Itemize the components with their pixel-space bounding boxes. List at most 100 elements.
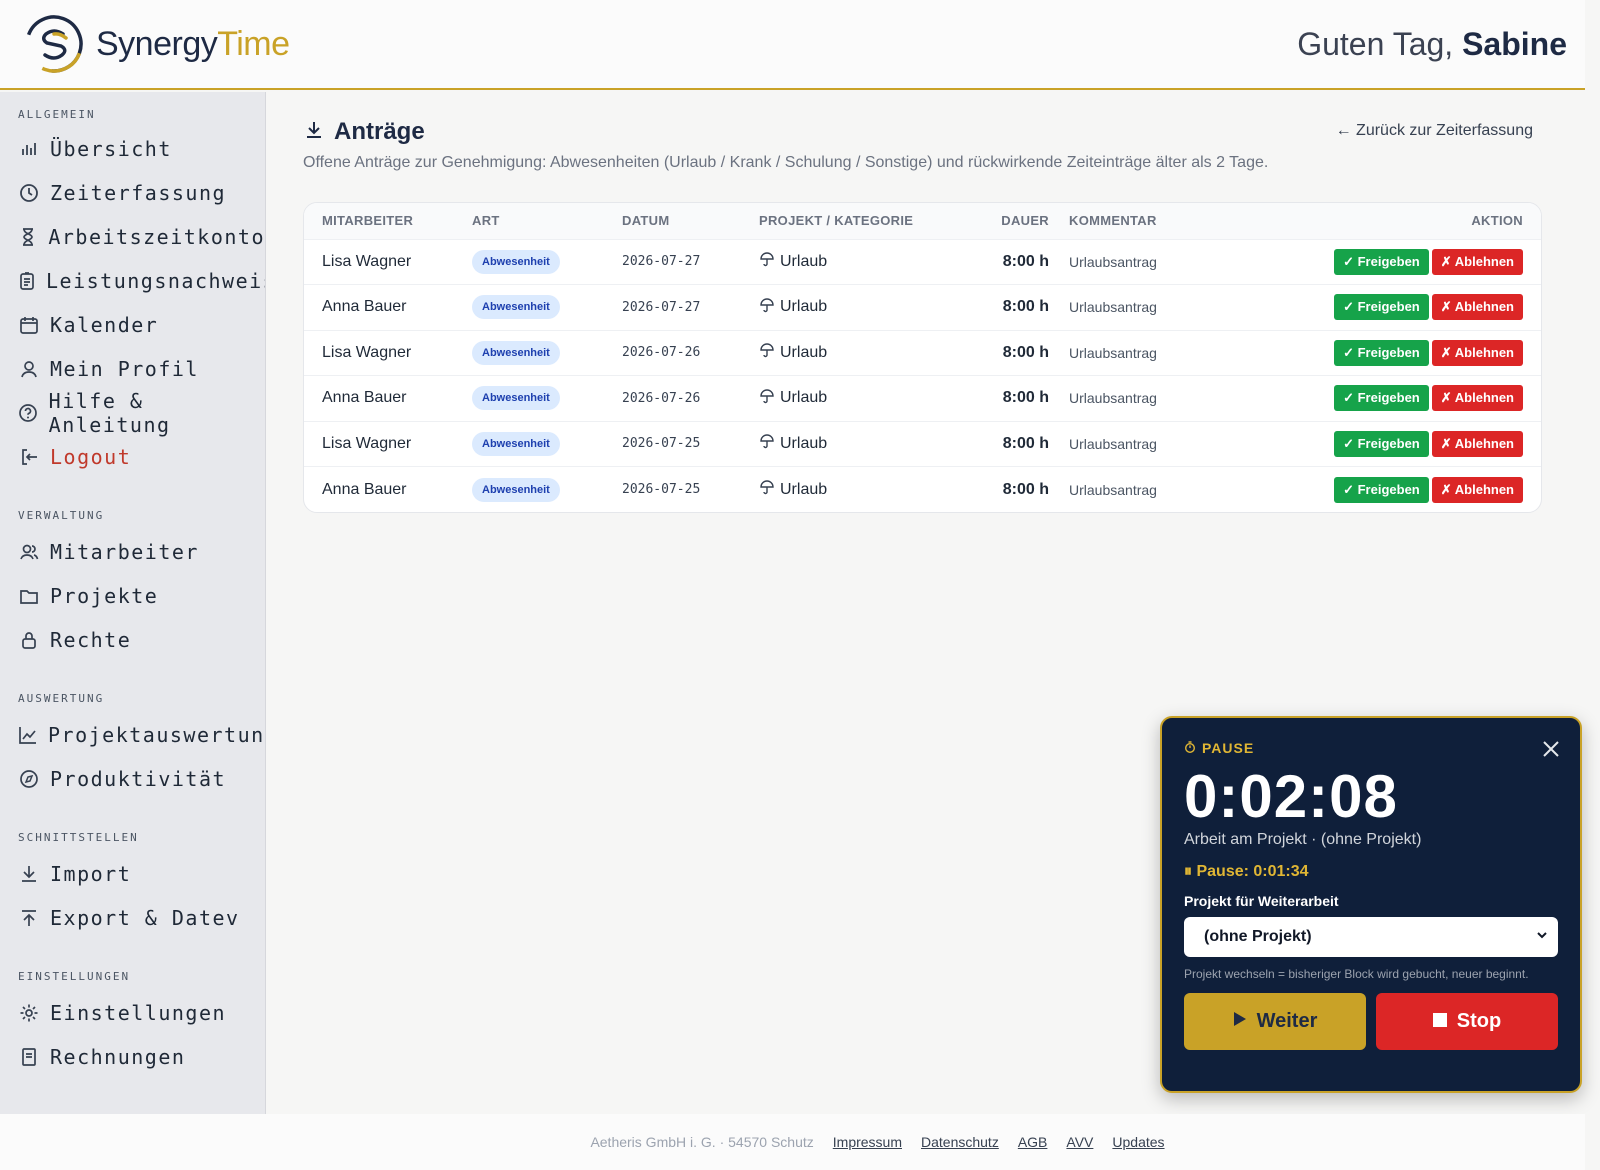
sidebar-item-rechte[interactable]: Rechte [0,618,265,662]
sidebar-item-import[interactable]: Import [0,852,265,896]
stop-button[interactable]: Stop [1376,993,1558,1050]
sidebar-item-logout[interactable]: Logout [0,435,265,479]
sidebar-item-hilfe[interactable]: Hilfe & Anleitung [0,389,265,437]
cell-duration: 8:00 h [979,420,1059,467]
close-icon[interactable] [1542,740,1560,763]
stop-button-label: Stop [1456,1010,1502,1032]
sidebar-item-leistungsnachweis[interactable]: Leistungsnachweis [0,259,265,303]
user-name: Sabine [1462,25,1567,62]
sidebar-item-kalender[interactable]: Kalender [0,303,265,347]
col-header-dauer: DAUER [979,203,1059,239]
umbrella-icon [759,251,775,272]
sidebar-item-mitarbeiter[interactable]: Mitarbeiter [0,530,265,574]
sidebar-item-projektauswertung[interactable]: Projektauswertung [0,713,265,757]
cell-type: Abwesenheit [462,284,612,330]
clock-icon [18,182,40,204]
reject-button[interactable]: ✗ Ablehnen [1431,248,1523,275]
pause-icon: ⏸ [1184,863,1193,880]
footer-link-agb[interactable]: AGB [1018,1134,1048,1150]
sidebar-item-export[interactable]: Export & Datev [0,896,265,940]
timer-pause: ⏸ Pause: 0:01:34 [1184,863,1558,881]
cell-comment: Urlaubsantrag [1059,329,1259,376]
table-row: Lisa Wagner Abwesenheit 2026-07-26 Urlaub 8:… [304,329,1541,376]
approve-button[interactable]: ✓ Freigeben [1334,430,1429,457]
approve-button[interactable]: ✓ Freigeben [1334,248,1429,275]
sidebar-item-label: Hilfe & Anleitung [48,389,171,437]
project-select[interactable]: (ohne Projekt) [1184,917,1558,957]
bar-chart-icon [18,138,40,160]
cell-employee: Anna Bauer [304,284,462,330]
col-header-kommentar: KOMMENTAR [1059,203,1259,239]
footer-company: Aetheris GmbH i. G. · 54570 Schutz [590,1134,814,1150]
footer-link-avv[interactable]: AVV [1066,1134,1093,1150]
category-label: Urlaub [780,343,828,361]
logout-icon [18,446,40,468]
col-header-art: ART [462,203,612,239]
requests-table: MITARBEITER ART DATUM PROJEKT / KATEGORI… [304,203,1541,512]
cell-actions: ✓ Freigeben ✗ Ablehnen [1259,420,1541,467]
cell-comment: Urlaubsantrag [1059,466,1259,512]
sidebar-item-label: Projektauswertung [48,723,266,747]
timer-buttons: Weiter Stop [1184,993,1558,1050]
cell-actions: ✓ Freigeben ✗ Ablehnen [1259,329,1541,376]
cell-type: Abwesenheit [462,238,612,285]
lock-icon [18,629,40,651]
cell-actions: ✓ Freigeben ✗ Ablehnen [1259,284,1541,330]
col-header-projekt: PROJEKT / KATEGORIE [749,203,979,239]
cell-actions: ✓ Freigeben ✗ Ablehnen [1259,238,1541,285]
table-body: Lisa Wagner Abwesenheit 2026-07-27 Urlaub 8:… [304,238,1541,512]
umbrella-icon [759,433,775,454]
back-to-time-tracking-link[interactable]: ← Zurück zur Zeiterfassung [1336,122,1533,140]
approve-button[interactable]: ✓ Freigeben [1334,385,1429,412]
user-icon [18,358,40,380]
cell-type: Abwesenheit [462,420,612,467]
cell-actions: ✓ Freigeben ✗ Ablehnen [1259,466,1541,512]
cell-comment: Urlaubsantrag [1059,375,1259,421]
cell-category: Urlaub [749,375,979,421]
category-label: Urlaub [780,252,828,270]
sidebar-item-uebersicht[interactable]: Übersicht [0,127,265,171]
reject-button[interactable]: ✗ Ablehnen [1431,294,1523,321]
sidebar-item-produktivitaet[interactable]: Produktivität [0,757,265,801]
approve-button[interactable]: ✓ Freigeben [1334,476,1429,503]
footer: Aetheris GmbH i. G. · 54570 Schutz Impre… [0,1114,1585,1170]
timer-description: Arbeit am Projekt · (ohne Projekt) [1184,831,1422,848]
cell-employee: Lisa Wagner [304,329,462,376]
footer-link-datenschutz[interactable]: Datenschutz [921,1134,999,1150]
type-badge: Abwesenheit [472,431,560,456]
sidebar-item-zeiterfassung[interactable]: Zeiterfassung [0,171,265,215]
cell-category: Urlaub [749,466,979,512]
cell-employee: Lisa Wagner [304,420,462,467]
reject-button[interactable]: ✗ Ablehnen [1431,430,1523,457]
cell-type: Abwesenheit [462,329,612,376]
reject-button[interactable]: ✗ Ablehnen [1431,339,1523,366]
approve-button[interactable]: ✓ Freigeben [1334,294,1429,321]
sidebar-item-rechnungen[interactable]: Rechnungen [0,1035,265,1079]
cell-type: Abwesenheit [462,466,612,512]
footer-link-impressum[interactable]: Impressum [833,1134,902,1150]
category-label: Urlaub [780,480,828,498]
table-row: Lisa Wagner Abwesenheit 2026-07-25 Urlaub 8:… [304,420,1541,467]
category-label: Urlaub [780,434,828,452]
sidebar-item-einstellungen[interactable]: Einstellungen [0,991,265,1035]
col-header-mitarbeiter: MITARBEITER [304,203,462,239]
folder-icon [18,585,40,607]
approve-button[interactable]: ✓ Freigeben [1334,339,1429,366]
sidebar-item-label: Projekte [50,584,159,608]
sidebar-item-mein-profil[interactable]: Mein Profil [0,347,265,391]
sidebar-item-label: Logout [50,445,132,469]
sidebar-item-projekte[interactable]: Projekte [0,574,265,618]
section-title-verwaltung: VERWALTUNG [18,509,105,522]
reject-button[interactable]: ✗ Ablehnen [1431,385,1523,412]
footer-link-updates[interactable]: Updates [1112,1134,1164,1150]
brand[interactable]: SynergyTime [24,14,290,74]
timer-pause-label: Pause: 0:01:34 [1196,863,1309,880]
continue-button[interactable]: Weiter [1184,993,1366,1050]
sidebar-item-arbeitszeitkonto[interactable]: Arbeitszeitkonto [0,215,265,259]
project-select-hint: Projekt wechseln = bisheriger Block wird… [1184,967,1529,981]
reject-button[interactable]: ✗ Ablehnen [1431,476,1523,503]
category-label: Urlaub [780,298,828,316]
cell-duration: 8:00 h [979,238,1059,285]
invoice-icon [18,1046,40,1068]
type-badge: Abwesenheit [472,386,560,411]
